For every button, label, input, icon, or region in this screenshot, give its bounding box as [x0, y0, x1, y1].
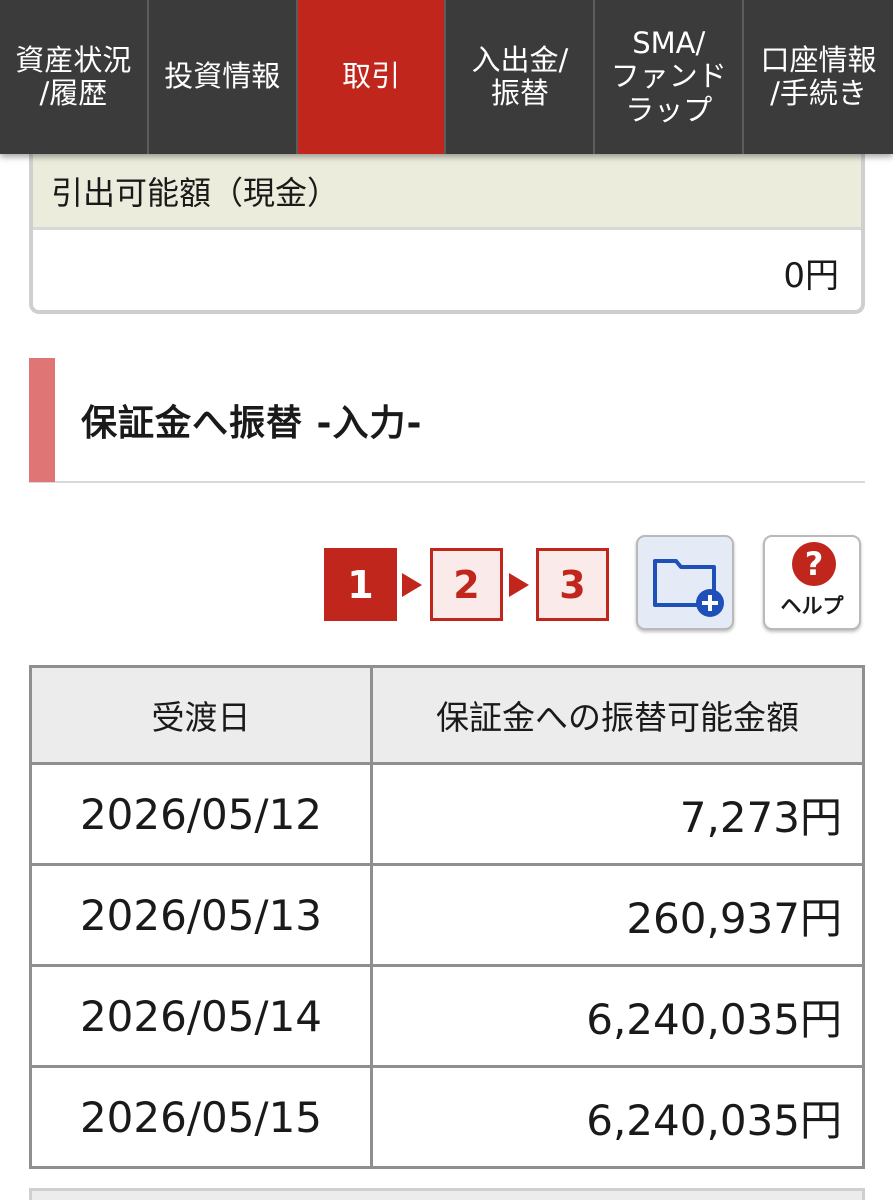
- tab-account-procedures[interactable]: 口座情報 /手続き: [744, 0, 893, 154]
- tab-label: 入出金/ 振替: [471, 42, 569, 110]
- tab-trade[interactable]: 取引: [297, 0, 447, 154]
- tab-investment-info[interactable]: 投資情報: [149, 0, 298, 154]
- tab-assets-history[interactable]: 資産状況 /履歴: [0, 0, 149, 154]
- step-2-indicator: 2: [430, 548, 503, 621]
- table-row: 2026/05/15 6,240,035円: [29, 1065, 865, 1169]
- tab-label: 投資情報: [164, 59, 281, 94]
- settlement-date-cell: 2026/05/12: [29, 762, 373, 866]
- step-arrow-icon: [402, 573, 422, 597]
- tab-label: 口座情報 /手続き: [760, 42, 877, 110]
- table-header-row: 受渡日 保証金への振替可能金額: [29, 665, 865, 765]
- question-circle-icon: ?: [792, 542, 836, 586]
- transferable-amount-cell: 7,273円: [370, 762, 865, 866]
- tab-sma-fund-wrap[interactable]: SMA/ ファンド ラップ: [595, 0, 745, 154]
- table-row: 2026/05/12 7,273円: [29, 762, 865, 866]
- add-folder-button[interactable]: [636, 535, 734, 630]
- step-arrow-icon: [509, 573, 529, 597]
- step-1-indicator: 1: [324, 548, 397, 621]
- help-button[interactable]: ? ヘルプ: [763, 535, 861, 630]
- transferable-amount-cell: 6,240,035円: [370, 964, 865, 1068]
- table-row: 2026/05/14 6,240,035円: [29, 964, 865, 1068]
- tab-deposit-withdraw[interactable]: 入出金/ 振替: [446, 0, 596, 154]
- transferable-amount-table: 受渡日 保証金への振替可能金額 2026/05/12 7,273円 2026/0…: [29, 665, 865, 1169]
- transferable-amount-cell: 6,240,035円: [370, 1065, 865, 1169]
- table-row: 2026/05/13 260,937円: [29, 863, 865, 967]
- next-section-edge: [29, 1188, 865, 1200]
- settlement-date-cell: 2026/05/14: [29, 964, 373, 1068]
- section-heading: 保証金へ振替 -入力-: [29, 358, 865, 483]
- tab-label: 取引: [342, 59, 401, 94]
- step-3-indicator: 3: [536, 548, 609, 621]
- column-header-settlement-date: 受渡日: [29, 665, 373, 765]
- tab-label: 資産状況 /履歴: [15, 42, 132, 110]
- folder-plus-icon: [653, 559, 724, 617]
- page-title: 保証金へ振替 -入力-: [81, 403, 423, 444]
- tab-label: SMA/ ファンド ラップ: [610, 25, 727, 127]
- top-nav: 資産状況 /履歴 投資情報 取引 入出金/ 振替 SMA/ ファンド ラップ 口…: [0, 0, 893, 154]
- transferable-amount-cell: 260,937円: [370, 863, 865, 967]
- settlement-date-cell: 2026/05/15: [29, 1065, 373, 1169]
- settlement-date-cell: 2026/05/13: [29, 863, 373, 967]
- withdrawable-cash-value: 0円: [783, 256, 839, 296]
- heading-accent-bar: [29, 358, 55, 482]
- help-button-label: ヘルプ: [780, 594, 844, 618]
- withdrawable-cash-label: 引出可能額（現金）: [33, 154, 861, 230]
- column-header-transferable-amount: 保証金への振替可能金額: [370, 665, 865, 765]
- withdrawable-cash-box: 引出可能額（現金） 0円: [29, 140, 865, 314]
